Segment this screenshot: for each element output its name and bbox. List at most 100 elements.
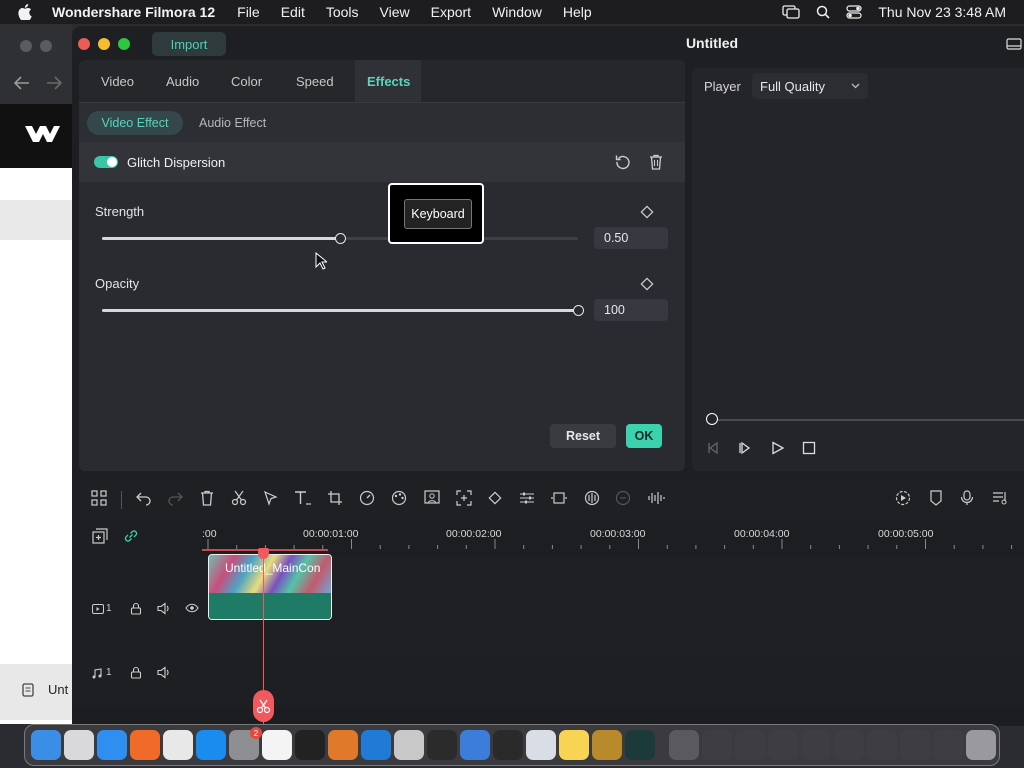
menu-help[interactable]: Help (563, 4, 592, 20)
window-thumb-icon[interactable] (933, 730, 963, 760)
safari-icon[interactable] (97, 730, 127, 760)
menu-view[interactable]: View (380, 4, 410, 20)
window-thumb-icon[interactable] (801, 730, 831, 760)
tab-speed[interactable]: Speed (296, 74, 334, 89)
add-track-icon[interactable] (92, 528, 108, 544)
delete-effect-icon[interactable] (649, 154, 663, 170)
audio-waveform-icon[interactable] (583, 490, 601, 506)
reset-button[interactable]: Reset (550, 424, 616, 448)
minimize-window-button[interactable] (98, 38, 110, 50)
maximize-window-button[interactable] (118, 38, 130, 50)
window-thumb-icon[interactable] (900, 730, 930, 760)
screen-mirroring-icon[interactable] (782, 5, 801, 19)
drive-icon[interactable] (394, 730, 424, 760)
stop-icon[interactable] (802, 441, 816, 455)
quality-dropdown[interactable]: Full Quality (752, 73, 868, 99)
player-scrubber-knob[interactable] (706, 413, 718, 425)
close-window-button[interactable] (78, 38, 90, 50)
menu-edit[interactable]: Edit (281, 4, 305, 20)
video-clip[interactable]: Untitled_MainCon (208, 554, 332, 620)
previous-frame-icon[interactable] (706, 441, 720, 455)
playhead-split-button[interactable] (253, 690, 274, 722)
play-icon[interactable] (771, 441, 785, 455)
voiceover-list-icon[interactable] (992, 490, 1008, 506)
close-dot[interactable] (20, 40, 32, 52)
preview-icon[interactable] (526, 730, 556, 760)
subtab-video-effect[interactable]: Video Effect (87, 111, 183, 135)
auto-reframe-icon[interactable] (456, 490, 472, 506)
opacity-slider[interactable] (102, 305, 584, 316)
finder-icon[interactable] (31, 730, 61, 760)
forward-arrow-icon[interactable] (46, 76, 62, 90)
menu-tools[interactable]: Tools (326, 4, 359, 20)
window-thumb-icon[interactable] (735, 730, 765, 760)
ok-button[interactable]: OK (626, 424, 662, 448)
redo-icon[interactable] (167, 490, 183, 506)
reset-effect-icon[interactable] (615, 154, 631, 170)
vscode-icon[interactable] (361, 730, 391, 760)
silence-detection-icon[interactable] (615, 490, 631, 506)
adjust-sliders-icon[interactable] (519, 490, 535, 506)
textedit-icon[interactable] (262, 730, 292, 760)
activity-monitor-icon[interactable] (427, 730, 457, 760)
color-palette-icon[interactable] (391, 490, 407, 506)
opacity-slider-knob[interactable] (573, 305, 584, 316)
speaker-icon[interactable] (157, 666, 171, 679)
strength-keyframe-icon[interactable] (640, 205, 654, 219)
system-settings-icon[interactable]: 2 (229, 727, 262, 760)
window-thumb-icon[interactable] (867, 730, 897, 760)
firefox-icon[interactable] (130, 730, 160, 760)
opacity-value-input[interactable]: 100 (594, 299, 668, 321)
launchpad-icon[interactable] (64, 730, 94, 760)
speaker-icon[interactable] (157, 602, 171, 615)
menu-window[interactable]: Window (492, 4, 542, 20)
garageband-icon[interactable] (328, 730, 358, 760)
speed-icon[interactable] (359, 490, 375, 506)
effect-enable-toggle[interactable] (94, 156, 118, 168)
split-scissors-icon[interactable] (231, 490, 247, 506)
strength-value-input[interactable]: 0.50 (594, 227, 668, 249)
notes-icon[interactable] (559, 730, 589, 760)
next-frame-icon[interactable] (738, 441, 752, 455)
minimize-dot[interactable] (40, 40, 52, 52)
window-thumb-icon[interactable] (834, 730, 864, 760)
filmora-icon[interactable] (625, 730, 655, 760)
select-arrow-icon[interactable] (263, 490, 279, 506)
network-icon[interactable] (460, 730, 490, 760)
menu-export[interactable]: Export (431, 4, 471, 20)
layout-grid-icon[interactable] (91, 490, 107, 506)
window-thumb-icon[interactable] (702, 730, 732, 760)
folder-icon[interactable] (669, 730, 699, 760)
stocks-icon[interactable] (493, 730, 523, 760)
control-center-icon[interactable] (846, 5, 862, 19)
undo-icon[interactable] (136, 490, 152, 506)
tab-video[interactable]: Video (101, 74, 134, 89)
opacity-keyframe-icon[interactable] (640, 277, 654, 291)
clock[interactable]: Thu Nov 23 3:48 AM (878, 4, 1006, 20)
eye-icon[interactable] (185, 603, 199, 613)
app-store-icon[interactable] (196, 730, 226, 760)
lock-icon[interactable] (130, 666, 142, 679)
keyframe-icon[interactable] (487, 490, 503, 506)
apple-icon[interactable] (18, 4, 36, 20)
subtab-audio-effect[interactable]: Audio Effect (199, 116, 266, 130)
render-preview-icon[interactable] (895, 490, 911, 506)
import-button[interactable]: Import (152, 32, 226, 56)
time-ruler[interactable]: :00 00:00:01:00 00:00:02:00 00:00:03:00 … (202, 519, 1024, 557)
player-scrubber[interactable] (712, 419, 1024, 421)
spotlight-search-icon[interactable] (816, 5, 830, 19)
dosbox-icon[interactable] (592, 730, 622, 760)
microphone-icon[interactable] (960, 490, 974, 506)
chrome-icon[interactable] (163, 730, 193, 760)
audio-stretch-icon[interactable] (647, 490, 665, 506)
crop-icon[interactable] (327, 490, 343, 506)
text-tool-icon[interactable] (294, 490, 312, 506)
lock-icon[interactable] (130, 602, 142, 615)
file-item[interactable]: Unt (0, 664, 72, 720)
freeze-frame-icon[interactable] (550, 490, 568, 506)
terminal-icon[interactable] (295, 730, 325, 760)
marker-icon[interactable] (929, 490, 943, 506)
window-thumb-icon[interactable] (768, 730, 798, 760)
link-icon[interactable] (123, 528, 139, 544)
strength-slider-knob[interactable] (335, 233, 346, 244)
